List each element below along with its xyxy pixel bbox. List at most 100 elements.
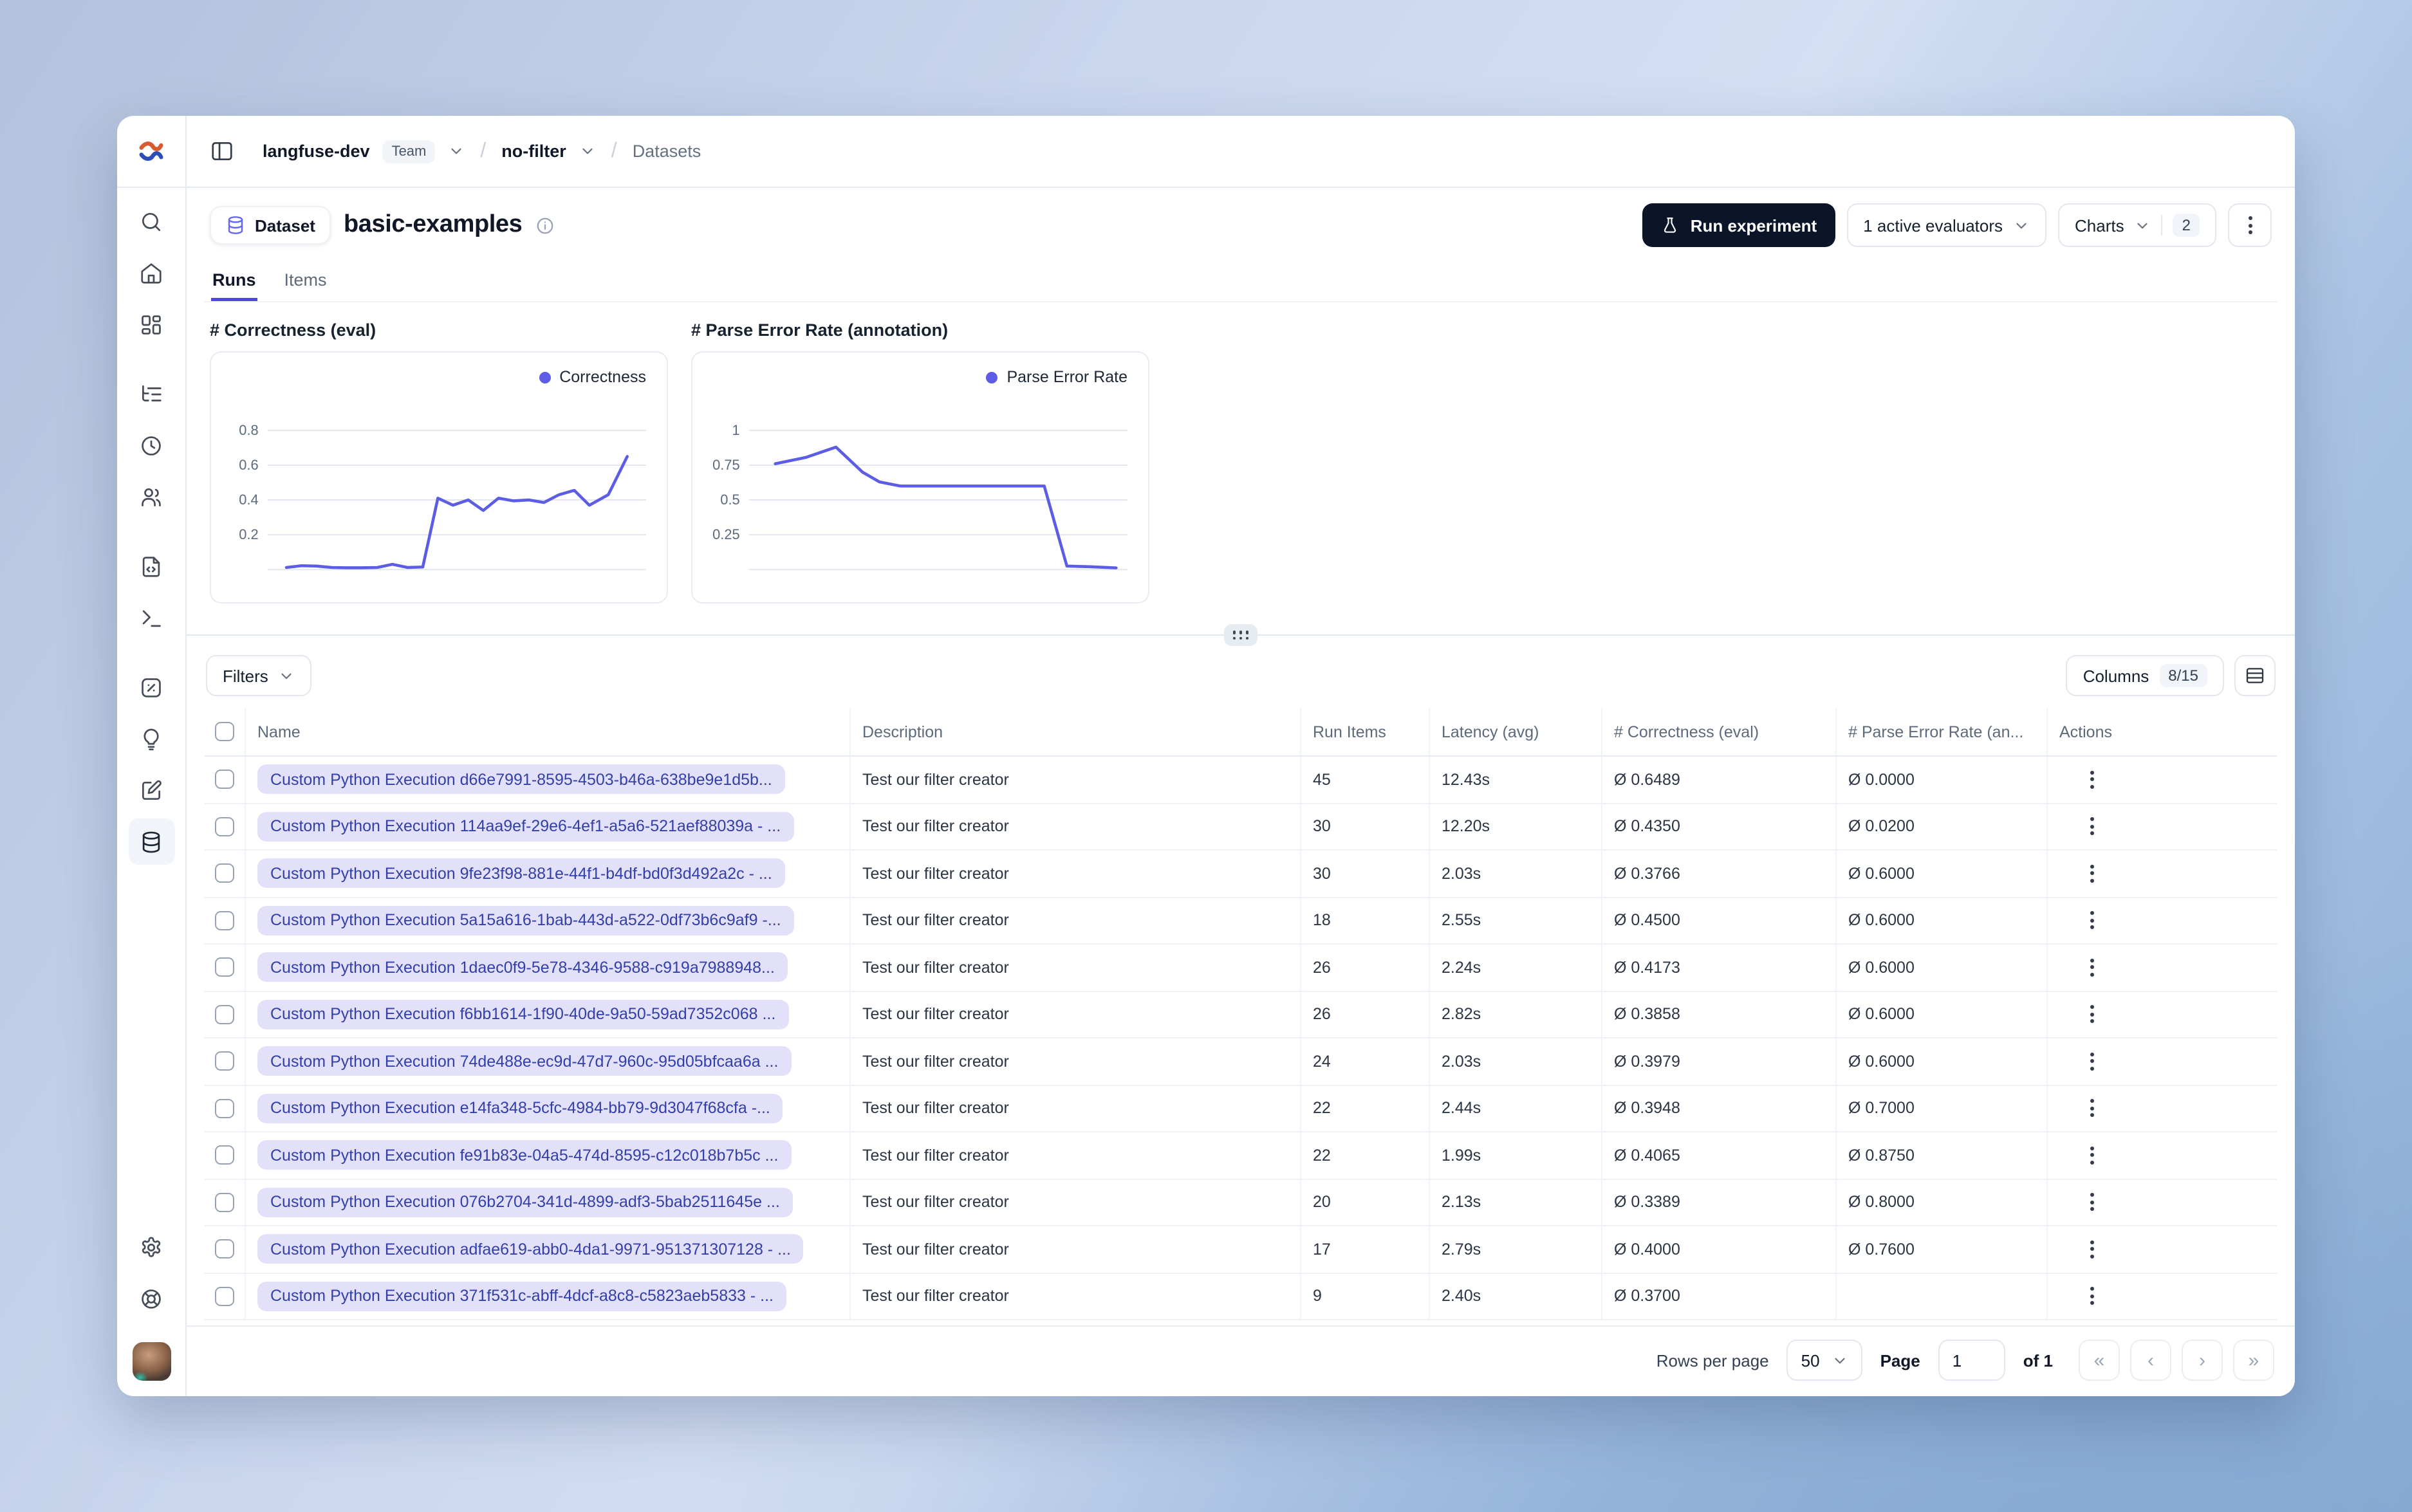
sidebar-item-dashboards[interactable] <box>128 301 174 347</box>
sidebar-item-evaluators[interactable] <box>128 664 174 710</box>
parse-error-chart-plot: 0.25 0.5 0.75 1 <box>705 389 1135 579</box>
ellipsis-vertical-icon <box>2090 770 2094 775</box>
row-checkbox[interactable] <box>215 1145 234 1165</box>
row-actions-menu-button[interactable] <box>2083 1280 2102 1313</box>
run-parse-error-rate: Ø 0.7000 <box>1837 1085 2048 1131</box>
columns-dropdown[interactable]: Columns 8/15 <box>2066 655 2224 696</box>
correctness-chart-plot: 0.2 0.4 0.6 0.8 <box>224 389 654 579</box>
row-checkbox[interactable] <box>215 1192 234 1212</box>
sidebar-item-settings[interactable] <box>128 1224 174 1270</box>
dataset-info-button[interactable] <box>535 216 554 235</box>
run-name-link[interactable]: Custom Python Execution 9fe23f98-881e-44… <box>257 858 785 889</box>
run-name-link[interactable]: Custom Python Execution 371f531c-abff-4d… <box>257 1281 786 1311</box>
user-avatar[interactable] <box>132 1342 171 1381</box>
row-actions-menu-button[interactable] <box>2083 763 2102 797</box>
run-name-link[interactable]: Custom Python Execution adfae619-abb0-4d… <box>257 1234 804 1264</box>
columns-label: Columns <box>2083 666 2149 685</box>
run-correctness: Ø 0.3948 <box>1602 1085 1837 1131</box>
col-header-parse-error-rate[interactable]: # Parse Error Rate (an... <box>1837 708 2048 755</box>
row-actions-menu-button[interactable] <box>2083 1092 2102 1125</box>
first-page-button[interactable]: « <box>2079 1340 2120 1381</box>
page-number-input[interactable] <box>1938 1340 2005 1381</box>
row-actions-menu-button[interactable] <box>2083 810 2102 844</box>
row-checkbox[interactable] <box>215 1239 234 1259</box>
annotation-icon <box>142 779 162 800</box>
col-header-description[interactable]: Description <box>851 708 1301 755</box>
row-actions-menu-button[interactable] <box>2083 1045 2102 1078</box>
run-name-link[interactable]: Custom Python Execution 076b2704-341d-48… <box>257 1187 793 1217</box>
tab-items[interactable]: Items <box>283 263 328 301</box>
sidebar-item-support[interactable] <box>128 1275 174 1322</box>
chart-card: Correctness 0.2 0.4 0.6 0.8 <box>210 351 668 604</box>
row-actions-menu-button[interactable] <box>2083 1233 2102 1266</box>
row-actions-menu-button[interactable] <box>2083 904 2102 937</box>
sidebar-item-tracing[interactable] <box>128 371 174 417</box>
charts-dropdown[interactable]: Charts 2 <box>2058 203 2216 247</box>
col-header-run-items[interactable]: Run Items <box>1301 708 1430 755</box>
tab-runs[interactable]: Runs <box>211 263 257 301</box>
run-name-link[interactable]: Custom Python Execution 114aa9ef-29e6-4e… <box>257 811 794 842</box>
sidebar-toggle-button[interactable] <box>205 134 239 169</box>
row-checkbox[interactable] <box>215 1098 234 1118</box>
run-name-link[interactable]: Custom Python Execution e14fa348-5cfc-49… <box>257 1093 783 1123</box>
breadcrumb-section[interactable]: Datasets <box>633 142 701 161</box>
last-page-button[interactable]: » <box>2233 1340 2274 1381</box>
col-header-actions: Actions <box>2059 723 2112 741</box>
sidebar-item-datasets[interactable] <box>128 818 174 865</box>
next-page-button[interactable]: › <box>2182 1340 2223 1381</box>
run-name-link[interactable]: Custom Python Execution 5a15a616-1bab-44… <box>257 905 794 936</box>
row-checkbox[interactable] <box>215 1286 234 1306</box>
chart-canvas: 0.25 0.5 0.75 1 <box>712 422 1128 571</box>
run-name-link[interactable]: Custom Python Execution f6bb1614-1f90-40… <box>257 999 789 1029</box>
org-switcher[interactable] <box>448 143 465 160</box>
col-header-name[interactable]: Name <box>246 708 851 755</box>
row-checkbox[interactable] <box>215 1004 234 1024</box>
sidebar-item-users[interactable] <box>128 474 174 520</box>
row-checkbox[interactable] <box>215 770 234 789</box>
sidebar-item-annotation[interactable] <box>128 767 174 813</box>
sidebar-item-search[interactable] <box>128 198 174 244</box>
col-header-latency[interactable]: Latency (avg) <box>1430 708 1602 755</box>
run-name-link[interactable]: Custom Python Execution 74de488e-ec9d-47… <box>257 1046 792 1076</box>
row-actions-menu-button[interactable] <box>2083 1139 2102 1172</box>
ellipsis-vertical-icon <box>2090 1287 2094 1291</box>
ellipsis-vertical-icon <box>2090 1099 2094 1103</box>
row-checkbox[interactable] <box>215 863 234 883</box>
rows-per-page-select[interactable]: 50 <box>1786 1340 1862 1381</box>
chevron-down-icon <box>451 148 461 154</box>
grip-dots-icon <box>1232 631 1236 634</box>
project-switcher[interactable] <box>579 143 596 160</box>
run-name-link[interactable]: Custom Python Execution d66e7991-8595-45… <box>257 764 785 795</box>
charts-count-badge: 2 <box>2173 214 2200 237</box>
sidebar-item-llm-judge[interactable] <box>128 715 174 762</box>
sidebar-item-playground[interactable] <box>128 595 174 641</box>
row-actions-menu-button[interactable] <box>2083 998 2102 1031</box>
breadcrumb-project[interactable]: no-filter <box>501 142 566 161</box>
row-actions-menu-button[interactable] <box>2083 857 2102 890</box>
drag-handle[interactable] <box>1224 624 1257 646</box>
sidebar-item-home[interactable] <box>128 250 174 296</box>
langfuse-logo[interactable] <box>117 116 185 188</box>
row-checkbox[interactable] <box>215 957 234 977</box>
row-checkbox[interactable] <box>215 816 234 836</box>
row-height-button[interactable] <box>2234 655 2276 696</box>
run-correctness: Ø 0.4065 <box>1602 1132 1837 1178</box>
evaluators-dropdown[interactable]: 1 active evaluators <box>1846 203 2047 247</box>
run-name-link[interactable]: Custom Python Execution fe91b83e-04a5-47… <box>257 1140 792 1170</box>
run-name-link[interactable]: Custom Python Execution 1daec0f9-5e78-43… <box>257 952 788 982</box>
previous-page-button[interactable]: ‹ <box>2130 1340 2171 1381</box>
breadcrumb-org[interactable]: langfuse-dev <box>263 142 370 161</box>
sidebar-item-prompts[interactable] <box>128 543 174 589</box>
col-header-correctness[interactable]: # Correctness (eval) <box>1602 708 1837 755</box>
dataset-actions-menu-button[interactable] <box>2228 203 2272 247</box>
run-description: Test our filter creator <box>851 1038 1301 1084</box>
row-actions-menu-button[interactable] <box>2083 951 2102 984</box>
row-actions-menu-button[interactable] <box>2083 1186 2102 1219</box>
sidebar-item-sessions[interactable] <box>128 422 174 468</box>
select-all-checkbox[interactable] <box>215 722 234 741</box>
row-checkbox[interactable] <box>215 910 234 930</box>
run-experiment-button[interactable]: Run experiment <box>1642 203 1835 247</box>
run-latency: 2.40s <box>1430 1273 1602 1319</box>
row-checkbox[interactable] <box>215 1051 234 1071</box>
filters-dropdown[interactable]: Filters <box>206 655 312 696</box>
